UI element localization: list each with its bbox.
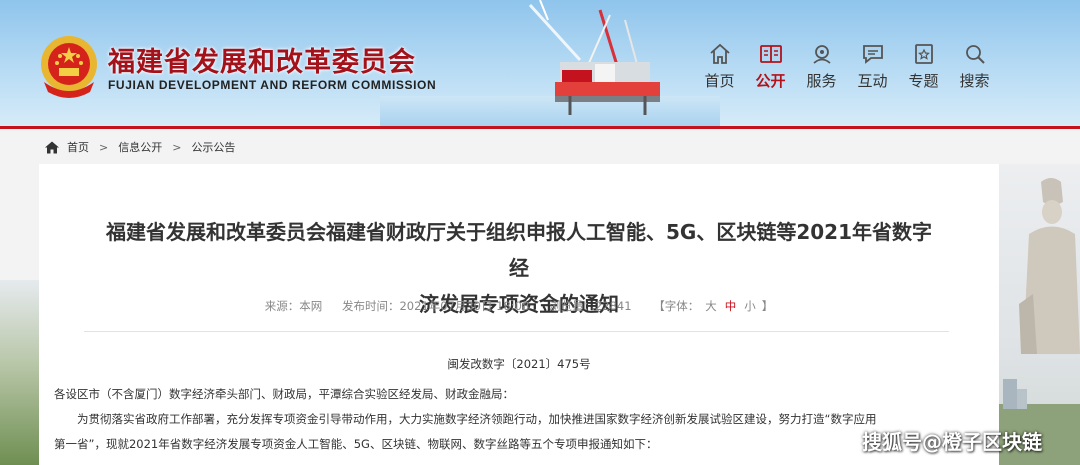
nav-home[interactable]: 首页 bbox=[694, 40, 745, 91]
nav-topic[interactable]: 专题 bbox=[898, 40, 949, 91]
national-emblem-logo bbox=[41, 36, 97, 98]
article-publish-time: 发布时间：2021年07月30日 18:08 bbox=[341, 299, 530, 313]
article-title-line1: 福建省发展和改革委员会福建省财政厅关于组织申报人工智能、5G、区块链等2021年… bbox=[106, 220, 932, 280]
article-source: 来源：本网 bbox=[264, 299, 323, 313]
nav-open[interactable]: 公开 bbox=[745, 40, 796, 91]
article-recipients: 各设区市（不含厦门）数字经济牵头部门、财政局，平潭综合实验区经发局、财政金融局： bbox=[54, 387, 514, 401]
nav-interact-label: 互动 bbox=[857, 72, 888, 90]
home-icon bbox=[45, 141, 59, 153]
nav-service[interactable]: 服务 bbox=[796, 40, 847, 91]
topic-icon bbox=[898, 40, 949, 66]
nav-open-label: 公开 bbox=[755, 72, 786, 90]
font-size-small-button[interactable]: 小 bbox=[744, 299, 756, 313]
article-meta: 来源：本网 发布时间：2021年07月30日 18:08 浏览量：22841 【… bbox=[39, 298, 999, 314]
article-paragraph-line2: 第一省”，现就2021年省数字经济发展专项资金人工智能、5G、区块链、物联网、数… bbox=[54, 437, 658, 451]
nav-service-label: 服务 bbox=[806, 72, 837, 90]
site-title[interactable]: 福建省发展和改革委员会 bbox=[108, 40, 416, 79]
sohu-watermark: 搜狐号@橙子区块链 bbox=[862, 430, 1042, 454]
search-icon bbox=[949, 40, 1000, 66]
breadcrumb-separator: > bbox=[172, 140, 182, 154]
mazu-statue-scenery bbox=[999, 164, 1080, 465]
book-icon bbox=[745, 40, 796, 66]
nav-topic-label: 专题 bbox=[908, 72, 939, 90]
site-subtitle: FUJIAN DEVELOPMENT AND REFORM COMMISSION bbox=[108, 78, 437, 92]
breadcrumb-announcements[interactable]: 公示公告 bbox=[191, 139, 235, 155]
article-paragraph-line1: 为贯彻落实省政府工作部署，充分发挥专项资金引导带动作用，大力实施数字经济领跑行动… bbox=[77, 412, 877, 426]
nav-search[interactable]: 搜索 bbox=[949, 40, 1000, 91]
crane-ship-illustration bbox=[528, 0, 660, 115]
service-icon bbox=[796, 40, 847, 66]
breadcrumb-separator: > bbox=[99, 140, 109, 154]
breadcrumb: 首页 > 信息公开 > 公示公告 bbox=[45, 139, 235, 155]
font-size-control: 【字体： 大中小】 bbox=[653, 299, 773, 313]
nav-interact[interactable]: 互动 bbox=[847, 40, 898, 91]
font-size-large-button[interactable]: 大 bbox=[705, 299, 717, 313]
article-body: 各设区市（不含厦门）数字经济牵头部门、财政局，平潭综合实验区经发局、财政金融局：… bbox=[54, 382, 949, 457]
nav-search-label: 搜索 bbox=[959, 72, 990, 90]
font-size-close-bracket: 】 bbox=[761, 299, 774, 313]
breadcrumb-info-open[interactable]: 信息公开 bbox=[118, 139, 162, 155]
meta-divider bbox=[84, 331, 949, 332]
article-panel: 福建省发展和改革委员会福建省财政厅关于组织申报人工智能、5G、区块链等2021年… bbox=[39, 164, 999, 465]
left-scenery bbox=[0, 280, 39, 465]
main-nav: 首页 公开 服务 互动 专题 搜索 bbox=[694, 40, 1000, 91]
document-number: 闽发改数字〔2021〕475号 bbox=[447, 357, 591, 371]
site-header: 福建省发展和改革委员会 FUJIAN DEVELOPMENT AND REFOR… bbox=[0, 0, 1080, 126]
home-icon bbox=[694, 40, 745, 66]
article-views: 浏览量：22841 bbox=[548, 299, 632, 313]
breadcrumb-home[interactable]: 首页 bbox=[67, 139, 89, 155]
font-size-medium-button[interactable]: 中 bbox=[725, 299, 737, 313]
chat-icon bbox=[847, 40, 898, 66]
header-red-bar bbox=[0, 126, 1080, 129]
font-size-label: 【字体： bbox=[653, 299, 700, 313]
nav-home-label: 首页 bbox=[704, 72, 735, 90]
